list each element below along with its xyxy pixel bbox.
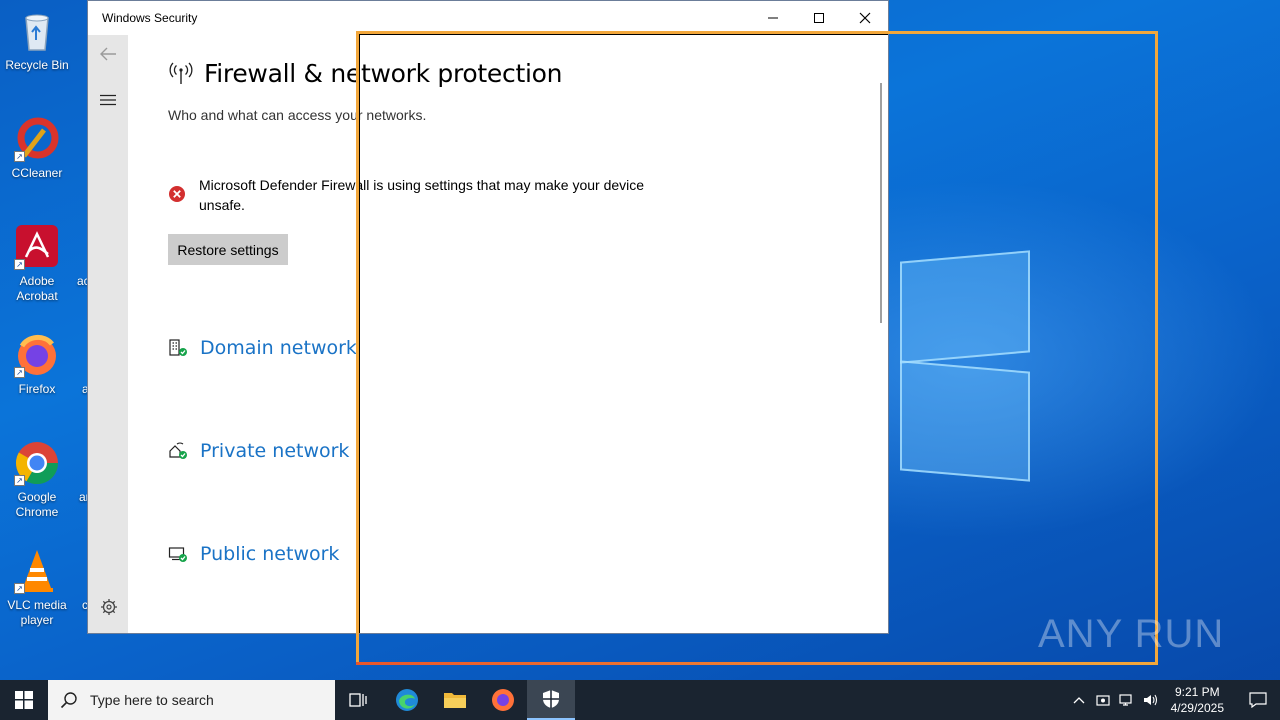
network-status-button[interactable] — [1115, 693, 1139, 707]
shortcut-arrow-icon: ↗ — [14, 259, 25, 270]
shortcut-arrow-icon: ↗ — [14, 151, 25, 162]
shortcut-arrow-icon: ↗ — [14, 583, 25, 594]
shield-icon — [543, 690, 559, 708]
desktop-icon-vlc[interactable]: ↗ VLC media player — [2, 548, 72, 628]
domain-network-label: Domain network — [200, 337, 357, 359]
close-icon — [859, 12, 871, 24]
tray-app-button[interactable] — [1091, 693, 1115, 707]
recycle-bin-icon — [14, 8, 60, 54]
desktop-icon-recycle-bin[interactable]: Recycle Bin — [2, 8, 72, 73]
shortcut-arrow-icon: ↗ — [14, 367, 25, 378]
hamburger-menu-icon — [100, 94, 116, 106]
edge-icon — [396, 689, 418, 711]
close-button[interactable] — [842, 1, 888, 35]
public-network-label: Public network — [200, 543, 340, 565]
google-chrome-icon: ↗ — [14, 440, 60, 486]
desktop-icon-ccleaner[interactable]: ↗ CCleaner — [2, 116, 72, 181]
domain-network-link[interactable]: Domain network — [168, 337, 357, 359]
clock-date: 4/29/2025 — [1170, 701, 1224, 715]
firefox-icon — [492, 689, 514, 711]
tray-app-icon — [1096, 695, 1110, 706]
firewall-antenna-icon — [169, 62, 193, 84]
title-bar[interactable]: Windows Security — [88, 1, 888, 35]
firefox-icon: ↗ — [14, 332, 60, 378]
clock-time: 9:21 PM — [1174, 685, 1220, 699]
orange-highlight-frame — [356, 31, 1158, 665]
private-network-link[interactable]: Private network — [168, 440, 349, 462]
vlc-icon: ↗ — [14, 548, 60, 594]
gear-icon — [101, 599, 117, 615]
network-icon — [1119, 694, 1132, 706]
ccleaner-icon: ↗ — [14, 116, 60, 162]
window-title: Windows Security — [102, 11, 198, 25]
taskbar-search-box[interactable]: Type here to search — [48, 680, 335, 720]
desktop-icon-firefox[interactable]: ↗ Firefox — [2, 332, 72, 397]
desktop-icon-label: Recycle Bin — [5, 58, 69, 72]
orange-frame-bottom-edge — [356, 662, 1158, 665]
error-icon — [169, 186, 185, 202]
minimize-icon — [768, 17, 778, 19]
menu-button[interactable] — [100, 93, 116, 111]
desktop-icon-label: CCleaner — [11, 166, 63, 180]
chevron-up-icon — [1073, 697, 1085, 704]
search-placeholder: Type here to search — [90, 692, 214, 708]
settings-button[interactable] — [100, 598, 118, 621]
back-arrow-icon — [100, 47, 116, 61]
anyrun-watermark: ANY RUN — [1038, 612, 1225, 656]
search-icon — [60, 692, 77, 709]
private-network-label: Private network — [200, 440, 350, 462]
action-center-button[interactable] — [1236, 692, 1280, 708]
notification-icon — [1249, 692, 1267, 708]
volume-button[interactable] — [1139, 693, 1163, 707]
minimize-button[interactable] — [750, 1, 796, 35]
taskbar-clock[interactable]: 9:21 PM 4/29/2025 — [1171, 684, 1224, 716]
desktop-icon-adobe-acrobat[interactable]: ↗ Adobe Acrobat — [2, 224, 72, 304]
taskbar-edge-button[interactable] — [383, 680, 431, 720]
adobe-acrobat-icon: ↗ — [14, 224, 60, 270]
taskbar-file-explorer-button[interactable] — [431, 680, 479, 720]
public-network-link[interactable]: Public network — [168, 543, 339, 565]
folder-icon — [444, 693, 466, 708]
windows-start-icon — [15, 691, 33, 709]
taskbar: Type here to search 9:21 PM 4/29/2025 — [0, 680, 1280, 720]
task-view-button[interactable] — [335, 680, 383, 720]
taskbar-windows-security-button[interactable] — [527, 680, 575, 720]
private-network-icon — [169, 442, 187, 459]
taskbar-firefox-button[interactable] — [479, 680, 527, 720]
shortcut-arrow-icon: ↗ — [14, 475, 25, 486]
back-button[interactable] — [99, 47, 117, 66]
show-hidden-icons-button[interactable] — [1067, 696, 1091, 704]
desktop-icon-label: Google Chrome — [15, 490, 59, 519]
public-network-icon — [168, 547, 187, 562]
task-view-icon — [349, 693, 367, 707]
maximize-icon — [814, 13, 824, 23]
start-button[interactable] — [0, 680, 48, 720]
desktop-icon-label: Firefox — [18, 382, 56, 396]
system-tray: 9:21 PM 4/29/2025 — [1067, 680, 1280, 720]
domain-network-icon — [169, 339, 187, 356]
desktop-icon-label: Adobe Acrobat — [16, 274, 58, 303]
desktop-icon-label: VLC media player — [7, 598, 67, 627]
speaker-icon — [1143, 694, 1157, 706]
restore-settings-button[interactable]: Restore settings — [168, 234, 288, 265]
desktop-icon-google-chrome[interactable]: ↗ Google Chrome — [2, 440, 72, 520]
maximize-button[interactable] — [796, 1, 842, 35]
navigation-pane — [88, 35, 128, 633]
